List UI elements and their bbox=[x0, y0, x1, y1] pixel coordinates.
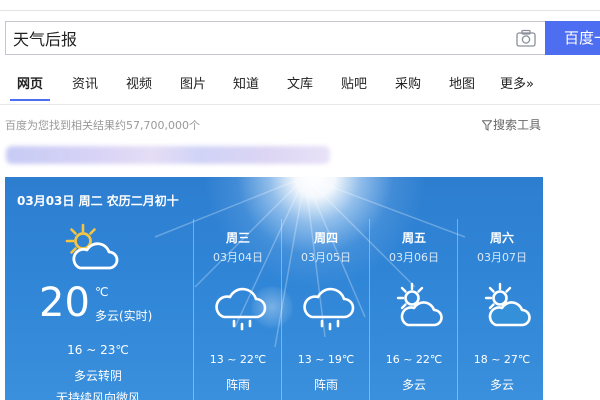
tab-more[interactable]: 更多» bbox=[500, 73, 534, 92]
forecast-weekday: 周四 bbox=[313, 231, 338, 245]
forecast-condition: 阵雨 bbox=[225, 378, 250, 392]
blurred-result-title[interactable] bbox=[6, 146, 330, 164]
forecast-date: 03月07日 bbox=[477, 251, 527, 264]
today-temp-range: 16 ~ 23℃ bbox=[67, 343, 129, 357]
forecast-day[interactable]: 周三 03月04日 13 ~ 22℃ 阵雨 bbox=[194, 177, 282, 400]
search-tools-label: 搜索工具 bbox=[493, 118, 542, 132]
tab-zhidao[interactable]: 知道 bbox=[233, 73, 259, 92]
search-box[interactable] bbox=[5, 21, 545, 55]
top-divider bbox=[0, 10, 600, 11]
today-condition-trend: 多云转阴 bbox=[73, 369, 122, 383]
forecast-temp-range: 16 ~ 22℃ bbox=[385, 353, 443, 366]
search-tools-button[interactable]: 搜索工具 bbox=[482, 116, 541, 133]
partly-cloudy-icon bbox=[65, 223, 119, 270]
today-wind: 无持续风向微风 bbox=[55, 391, 140, 400]
result-count: 百度为您找到相关结果约57,700,000个 bbox=[5, 119, 200, 132]
active-tab-indicator bbox=[10, 99, 50, 101]
forecast-condition: 多云 bbox=[489, 378, 514, 392]
forecast-day[interactable]: 周五 03月06日 16 ~ 22℃ 多云 bbox=[370, 177, 458, 400]
forecast-day[interactable]: 周六 03月07日 18 ~ 27℃ 多云 bbox=[458, 177, 543, 400]
forecast-weekday: 周六 bbox=[489, 231, 514, 245]
tab-tieba[interactable]: 贴吧 bbox=[341, 73, 367, 92]
rain-cloud-icon bbox=[303, 287, 355, 331]
forecast-weekday: 周五 bbox=[401, 231, 426, 245]
funnel-icon bbox=[482, 120, 492, 131]
tab-web[interactable]: 网页 bbox=[17, 73, 43, 92]
tab-video[interactable]: 视频 bbox=[126, 73, 152, 92]
search-tabs: 网页 资讯 视频 图片 知道 文库 贴吧 采购 地图 更多» bbox=[0, 73, 600, 103]
tabs-divider bbox=[0, 104, 600, 105]
forecast-date: 03月04日 bbox=[213, 251, 263, 264]
forecast-temp-range: 18 ~ 27℃ bbox=[473, 353, 531, 366]
tab-images[interactable]: 图片 bbox=[180, 73, 206, 92]
forecast-temp-range: 13 ~ 19℃ bbox=[297, 353, 355, 366]
tab-wenku[interactable]: 文库 bbox=[287, 73, 313, 92]
current-temperature: 20 bbox=[39, 280, 90, 326]
forecast-weekday: 周三 bbox=[225, 231, 250, 245]
forecast-condition: 阵雨 bbox=[313, 378, 338, 392]
forecast-date: 03月05日 bbox=[301, 251, 351, 264]
weather-date: 03月03日 周二 农历二月初十 bbox=[17, 194, 179, 208]
sun-cloud-icon bbox=[396, 282, 443, 327]
forecast-date: 03月06日 bbox=[389, 251, 439, 264]
weather-card[interactable]: 03月03日 周二 农历二月初十 20 ℃ 多云(实时) 16 ~ 23℃ 多云… bbox=[5, 177, 543, 400]
tab-map[interactable]: 地图 bbox=[449, 73, 475, 92]
sun-cloud-icon bbox=[484, 282, 531, 327]
search-input[interactable] bbox=[13, 28, 493, 48]
search-button[interactable]: 百度一下 bbox=[545, 21, 600, 55]
tab-shopping[interactable]: 采购 bbox=[395, 73, 421, 92]
rain-cloud-icon bbox=[215, 287, 267, 331]
forecast-condition: 多云 bbox=[401, 378, 426, 392]
forecast-temp-range: 13 ~ 22℃ bbox=[209, 353, 267, 366]
camera-icon[interactable] bbox=[516, 29, 536, 47]
forecast-day[interactable]: 周四 03月05日 13 ~ 19℃ 阵雨 bbox=[282, 177, 370, 400]
current-condition: 多云(实时) bbox=[95, 309, 153, 323]
tab-news[interactable]: 资讯 bbox=[72, 73, 98, 92]
temperature-unit: ℃ bbox=[95, 285, 109, 299]
